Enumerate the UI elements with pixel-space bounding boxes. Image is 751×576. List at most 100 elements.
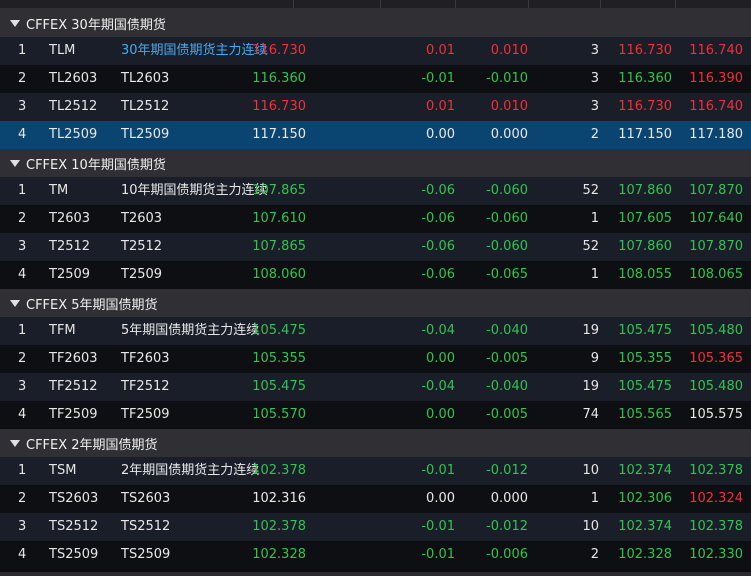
collapse-triangle-icon[interactable] — [10, 159, 20, 167]
contract-name: T2603 — [121, 211, 163, 226]
column-separator[interactable] — [600, 0, 601, 8]
bid-price: 116.360 — [618, 71, 672, 86]
volume: 3 — [590, 99, 599, 114]
contract-code: TFM — [49, 323, 76, 338]
contract-name: TF2603 — [121, 351, 170, 366]
last-price: 102.378 — [252, 463, 306, 478]
contract-name: TS2603 — [121, 491, 171, 506]
bid-price: 116.730 — [618, 99, 672, 114]
volume: 52 — [582, 239, 599, 254]
contract-name: TF2512 — [121, 379, 170, 394]
change-percent: 0.010 — [490, 99, 528, 114]
group-header[interactable]: CFFEX 5年期国债期货 — [0, 289, 751, 317]
contract-code: T2512 — [49, 239, 91, 254]
change-percent: -0.040 — [486, 323, 528, 338]
collapse-triangle-icon[interactable] — [10, 439, 20, 447]
group-header[interactable]: CFFEX 30年期国债期货 — [0, 9, 751, 37]
horizontal-scrollbar[interactable] — [0, 572, 751, 576]
quote-row[interactable]: 4 TS2509 TS2509 102.328 -0.01 -0.006 2 1… — [0, 541, 751, 569]
ask-price: 108.065 — [689, 267, 743, 282]
column-separator[interactable] — [380, 0, 381, 8]
quote-row[interactable]: 4 TL2509 TL2509 117.150 0.00 0.000 2 117… — [0, 121, 751, 149]
contract-name: T2509 — [121, 267, 163, 282]
collapse-triangle-icon[interactable] — [10, 299, 20, 307]
row-index: 3 — [18, 379, 27, 394]
contract-name: TL2512 — [121, 99, 170, 114]
price-change: 0.00 — [426, 127, 455, 142]
ask-price: 105.480 — [689, 323, 743, 338]
quote-row[interactable]: 3 TL2512 TL2512 116.730 0.01 0.010 3 116… — [0, 93, 751, 121]
ask-price: 116.740 — [689, 99, 743, 114]
column-separator[interactable] — [293, 0, 294, 8]
last-price: 117.150 — [252, 127, 306, 142]
price-change: 0.01 — [426, 99, 455, 114]
quote-row[interactable]: 1 TSM 2年期国债期货主力连续 102.378 -0.01 -0.012 1… — [0, 457, 751, 485]
change-percent: 0.010 — [490, 43, 528, 58]
ask-price: 105.480 — [689, 379, 743, 394]
last-price: 107.865 — [252, 183, 306, 198]
quote-row[interactable]: 2 TF2603 TF2603 105.355 0.00 -0.005 9 10… — [0, 345, 751, 373]
quote-table: CFFEX 30年期国债期货 1 TLM 30年期国债期货主力连续 116.73… — [0, 9, 751, 569]
contract-name: 10年期国债期货主力连续 — [121, 183, 268, 198]
quote-row[interactable]: 2 T2603 T2603 107.610 -0.06 -0.060 1 107… — [0, 205, 751, 233]
group-header[interactable]: CFFEX 2年期国债期货 — [0, 429, 751, 457]
last-price: 107.865 — [252, 239, 306, 254]
column-separator[interactable] — [528, 0, 529, 8]
price-change: -0.06 — [421, 267, 455, 282]
quote-row[interactable]: 1 TLM 30年期国债期货主力连续 116.730 0.01 0.010 3 … — [0, 37, 751, 65]
group-title: CFFEX 10年期国债期货 — [26, 157, 166, 173]
contract-code: TS2509 — [49, 547, 99, 562]
volume: 2 — [590, 127, 599, 142]
ask-price: 116.740 — [689, 43, 743, 58]
contract-code: TS2512 — [49, 519, 99, 534]
ask-price: 116.390 — [689, 71, 743, 86]
quote-row[interactable]: 3 TF2512 TF2512 105.475 -0.04 -0.040 19 … — [0, 373, 751, 401]
change-percent: -0.005 — [486, 351, 528, 366]
quote-row[interactable]: 3 TS2512 TS2512 102.378 -0.01 -0.012 10 … — [0, 513, 751, 541]
change-percent: -0.065 — [486, 267, 528, 282]
row-index: 4 — [18, 127, 27, 142]
volume: 3 — [590, 71, 599, 86]
last-price: 105.475 — [252, 379, 306, 394]
quote-row[interactable]: 3 T2512 T2512 107.865 -0.06 -0.060 52 10… — [0, 233, 751, 261]
ask-price: 102.378 — [689, 463, 743, 478]
last-price: 102.328 — [252, 547, 306, 562]
column-header-bar[interactable] — [0, 0, 751, 9]
row-index: 3 — [18, 239, 27, 254]
collapse-triangle-icon[interactable] — [10, 19, 20, 27]
quote-row[interactable]: 2 TS2603 TS2603 102.316 0.00 0.000 1 102… — [0, 485, 751, 513]
volume: 10 — [582, 463, 599, 478]
group-header[interactable]: CFFEX 10年期国债期货 — [0, 149, 751, 177]
price-change: -0.06 — [421, 211, 455, 226]
contract-code: TF2509 — [49, 407, 98, 422]
column-separator[interactable] — [455, 0, 456, 8]
last-price: 107.610 — [252, 211, 306, 226]
contract-code: TM — [49, 183, 69, 198]
ask-price: 102.378 — [689, 519, 743, 534]
quote-row[interactable]: 4 TF2509 TF2509 105.570 0.00 -0.005 74 1… — [0, 401, 751, 429]
change-percent: -0.012 — [486, 463, 528, 478]
row-index: 4 — [18, 547, 27, 562]
quote-row[interactable]: 4 T2509 T2509 108.060 -0.06 -0.065 1 108… — [0, 261, 751, 289]
ask-price: 107.870 — [689, 239, 743, 254]
last-price: 116.730 — [252, 99, 306, 114]
bid-price: 116.730 — [618, 43, 672, 58]
last-price: 105.570 — [252, 407, 306, 422]
quote-row[interactable]: 1 TFM 5年期国债期货主力连续 105.475 -0.04 -0.040 1… — [0, 317, 751, 345]
change-percent: -0.010 — [486, 71, 528, 86]
column-separator[interactable] — [675, 0, 676, 8]
price-change: -0.01 — [421, 519, 455, 534]
quote-row[interactable]: 2 TL2603 TL2603 116.360 -0.01 -0.010 3 1… — [0, 65, 751, 93]
bid-price: 107.860 — [618, 183, 672, 198]
quote-row[interactable]: 1 TM 10年期国债期货主力连续 107.865 -0.06 -0.060 5… — [0, 177, 751, 205]
contract-name: T2512 — [121, 239, 163, 254]
contract-name: 5年期国债期货主力连续 — [121, 323, 260, 338]
instrument-group: CFFEX 30年期国债期货 1 TLM 30年期国债期货主力连续 116.73… — [0, 9, 751, 149]
row-index: 4 — [18, 407, 27, 422]
row-index: 3 — [18, 519, 27, 534]
contract-code: T2603 — [49, 211, 91, 226]
contract-name: TF2509 — [121, 407, 170, 422]
instrument-group: CFFEX 10年期国债期货 1 TM 10年期国债期货主力连续 107.865… — [0, 149, 751, 289]
row-index: 1 — [18, 43, 27, 58]
contract-code: TS2603 — [49, 491, 99, 506]
